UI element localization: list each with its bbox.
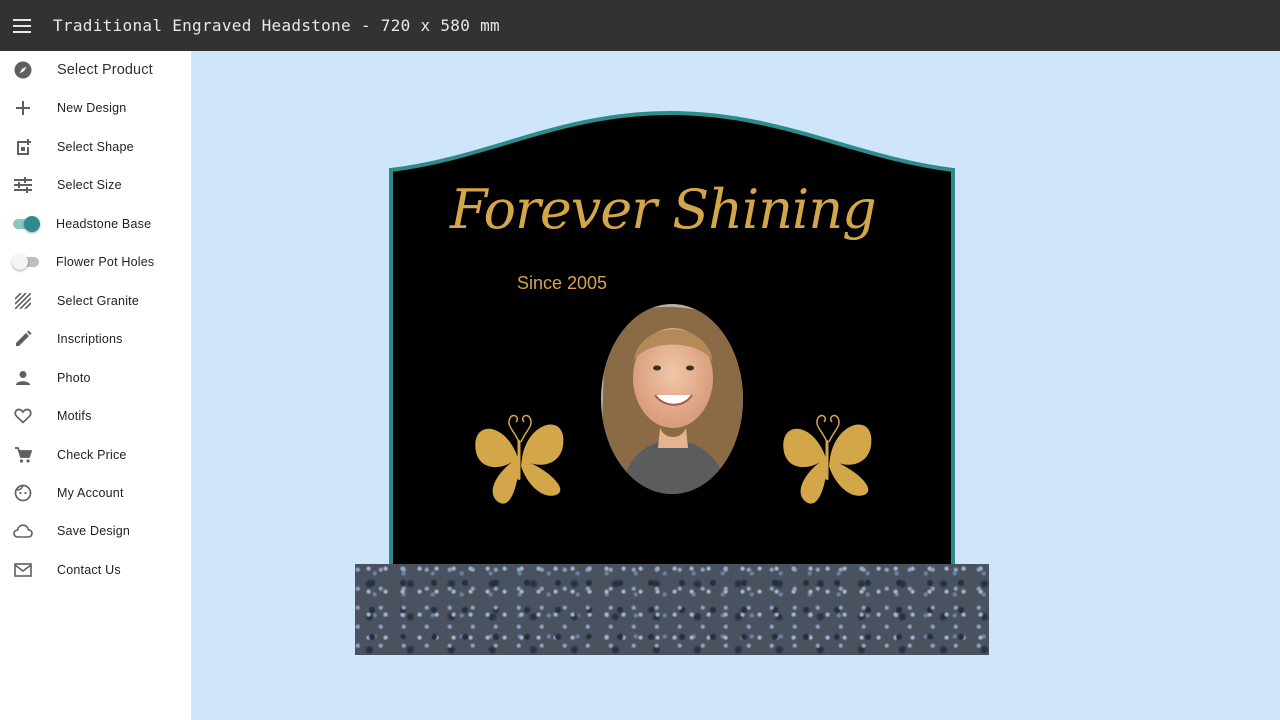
butterfly-icon[interactable] — [0, 0, 1280, 720]
